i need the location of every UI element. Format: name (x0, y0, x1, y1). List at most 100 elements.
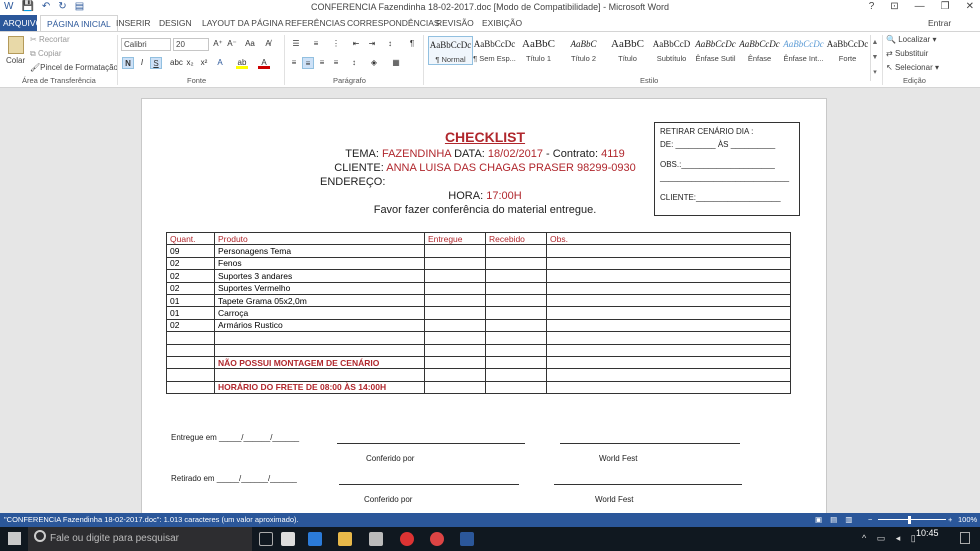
table-cell[interactable] (485, 281, 547, 295)
table-cell[interactable] (485, 343, 547, 357)
zoom-slider[interactable] (878, 519, 946, 520)
ribbon-display-icon[interactable]: ⊡ (890, 1, 898, 12)
bold-icon[interactable]: N (122, 57, 134, 69)
select-button[interactable]: ↖ Selecionar ▾ (886, 63, 939, 72)
table-cell[interactable] (485, 269, 547, 283)
table-cell[interactable]: 02 (166, 281, 215, 295)
style-9[interactable]: AaBbCcDc Ênfase Int... (781, 36, 826, 63)
table-cell[interactable] (546, 293, 791, 308)
style-3[interactable]: AaBbC Título 1 (516, 36, 561, 63)
table-cell[interactable] (485, 244, 547, 258)
tab-home[interactable]: PÁGINA INICIAL (40, 15, 118, 32)
table-cell[interactable] (485, 256, 547, 271)
clock[interactable]: 10:45 (916, 528, 939, 538)
table-cell[interactable] (546, 256, 791, 271)
table-cell[interactable] (214, 343, 425, 357)
document-page[interactable]: CHECKLIST TEMA: FAZENDINHA DATA: 18/02/2… (141, 98, 827, 513)
shrink-font-icon[interactable]: A⁻ (226, 38, 238, 50)
table-cell[interactable] (424, 281, 486, 295)
windows-start-icon[interactable] (8, 532, 21, 545)
tab-file[interactable]: ARQUIVO (0, 15, 42, 31)
table-cell[interactable] (485, 380, 547, 395)
style-4[interactable]: AaBbC Título 2 (561, 36, 606, 63)
table-cell[interactable] (166, 355, 215, 370)
table-cell[interactable]: HORÁRIO DO FRETE DE 08:00 ÀS 14:00H (214, 380, 425, 395)
table-cell[interactable]: 01 (166, 306, 215, 320)
table-cell[interactable] (424, 380, 486, 395)
restore-button[interactable]: ❐ (941, 1, 950, 12)
table-cell[interactable] (214, 331, 425, 345)
tab-mailings[interactable]: CORRESPONDÊNCIAS (347, 18, 440, 28)
grow-font-icon[interactable]: A⁺ (212, 38, 224, 50)
style-5[interactable]: AaBbC Título (605, 36, 650, 63)
shading-icon[interactable]: ◈ (368, 57, 380, 69)
table-cell[interactable] (546, 281, 791, 295)
app-icon[interactable] (400, 532, 414, 546)
tab-design[interactable]: DESIGN (159, 18, 192, 28)
table-cell[interactable] (546, 269, 791, 283)
zoom-level[interactable]: 100% (958, 515, 977, 524)
table-cell[interactable]: Personagens Tema (214, 244, 425, 258)
table-cell[interactable] (424, 318, 486, 333)
format-painter-button[interactable]: 🖌Pincel de Formatação (30, 63, 118, 72)
copy-button[interactable]: ⧉ Copiar (30, 49, 62, 59)
table-cell[interactable] (485, 293, 547, 308)
clear-formatting-icon[interactable]: A̸ (262, 38, 274, 50)
cortana-search[interactable]: Fale ou digite para pesquisar (28, 527, 252, 551)
multilevel-list-icon[interactable]: ⋮ (330, 38, 342, 50)
table-cell[interactable] (546, 331, 791, 345)
table-cell[interactable] (424, 331, 486, 345)
sort-icon[interactable]: ↕ (384, 38, 396, 50)
style-8[interactable]: AaBbCcDc Ênfase (737, 36, 782, 63)
style-10[interactable]: AaBbCcDc Forte (825, 36, 870, 63)
calculator-icon[interactable] (281, 532, 295, 546)
table-cell[interactable]: Armários Rustico (214, 318, 425, 333)
table-cell[interactable]: 09 (166, 244, 215, 258)
font-size-select[interactable]: 20 (173, 38, 209, 51)
table-cell[interactable]: Carroça (214, 306, 425, 320)
cut-button[interactable]: ✂ Recortar (30, 35, 70, 44)
table-cell[interactable] (166, 368, 215, 382)
tab-view[interactable]: EXIBIÇÃO (482, 18, 522, 28)
table-cell[interactable] (424, 343, 486, 357)
table-cell[interactable] (424, 244, 486, 258)
find-button[interactable]: 🔍 Localizar ▾ (886, 35, 936, 44)
align-center-icon[interactable]: ≡ (302, 57, 314, 69)
borders-icon[interactable]: ▦ (390, 57, 402, 69)
table-cell[interactable] (485, 355, 547, 370)
superscript-icon[interactable]: x² (198, 57, 210, 69)
underline-icon[interactable]: S (150, 57, 162, 69)
change-case-icon[interactable]: Aa (244, 38, 256, 50)
font-name-select[interactable]: Calibri (121, 38, 171, 51)
help-button[interactable]: ? (869, 1, 875, 12)
decrease-indent-icon[interactable]: ⇤ (350, 38, 362, 50)
table-cell[interactable] (546, 355, 791, 370)
table-cell[interactable] (424, 355, 486, 370)
zoom-slider-thumb[interactable] (908, 516, 911, 524)
edge-icon[interactable] (308, 532, 322, 546)
tab-references[interactable]: REFERÊNCIAS (285, 18, 345, 28)
style-7[interactable]: AaBbCcDc Ênfase Sutil (693, 36, 738, 63)
task-view-icon[interactable] (259, 532, 273, 546)
table-cell[interactable]: 01 (166, 293, 215, 308)
notifications-icon[interactable] (960, 532, 970, 544)
table-cell[interactable] (166, 331, 215, 345)
numbering-icon[interactable]: ≡ (310, 38, 322, 50)
style-1[interactable]: AaBbCcDc ¶ Normal (428, 36, 473, 65)
table-cell[interactable] (546, 343, 791, 357)
paste-icon[interactable] (8, 36, 24, 54)
bullets-icon[interactable]: ☰ (290, 38, 302, 50)
minimize-button[interactable]: — (915, 1, 925, 12)
table-cell[interactable] (424, 256, 486, 271)
read-mode-icon[interactable]: ▣ (815, 515, 822, 524)
table-cell[interactable]: 02 (166, 256, 215, 271)
chrome-icon[interactable] (430, 532, 444, 546)
highlight-icon[interactable]: ab (236, 57, 248, 69)
font-color-icon[interactable]: A (258, 57, 270, 69)
table-cell[interactable] (424, 306, 486, 320)
table-cell[interactable]: 02 (166, 318, 215, 333)
table-cell[interactable]: Suportes 3 andares (214, 269, 425, 283)
table-cell[interactable]: Fenos (214, 256, 425, 271)
document-area[interactable]: CHECKLIST TEMA: FAZENDINHA DATA: 18/02/2… (0, 88, 980, 513)
table-cell[interactable] (214, 368, 425, 382)
